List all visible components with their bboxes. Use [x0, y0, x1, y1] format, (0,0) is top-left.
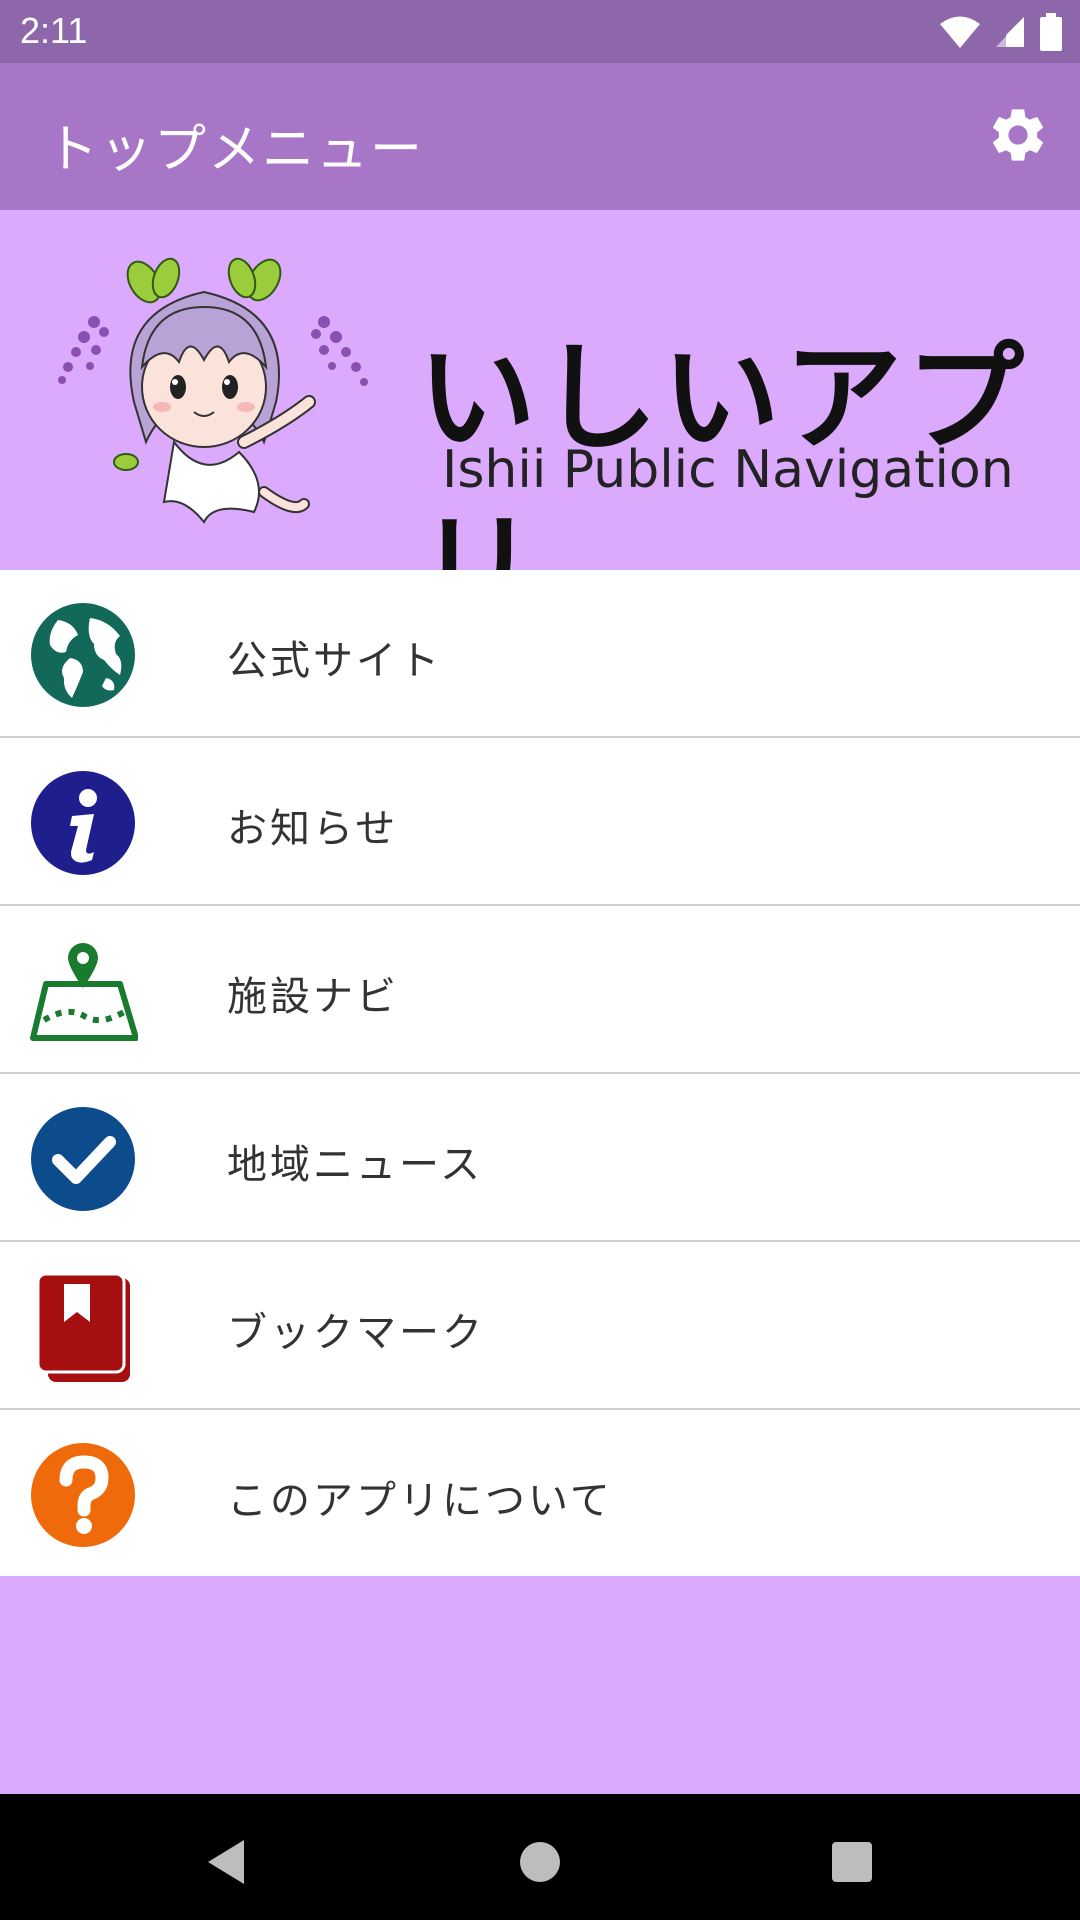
- menu-item-bookmark[interactable]: ブックマーク: [0, 1242, 1080, 1410]
- menu-item-label: 公式サイト: [227, 638, 442, 684]
- banner-subtitle: Ishii Public Navigation: [442, 440, 1014, 500]
- info-icon: [31, 771, 135, 875]
- question-icon: [31, 1443, 135, 1547]
- app-bar: トップメニュー: [0, 63, 1080, 210]
- page-title: トップメニュー: [46, 120, 425, 180]
- map-pin-icon: [30, 943, 138, 1041]
- menu-item-label: このアプリについて: [227, 1478, 613, 1524]
- back-icon[interactable]: [198, 1832, 258, 1892]
- wifi-icon: [940, 16, 980, 48]
- battery-icon: [1040, 13, 1062, 51]
- home-icon[interactable]: [510, 1832, 570, 1892]
- menu-item-notices[interactable]: お知らせ: [0, 738, 1080, 906]
- check-icon: [31, 1107, 135, 1211]
- menu-item-label: ブックマーク: [227, 1310, 485, 1356]
- cellular-signal-icon: [996, 17, 1024, 47]
- bookmark-book-icon: [36, 1272, 130, 1382]
- menu-item-facility-navi[interactable]: 施設ナビ: [0, 906, 1080, 1074]
- menu-list: 公式サイト お知らせ 施設ナビ 地域ニュース ブックマーク このアプリについて: [0, 570, 1080, 1576]
- gear-icon[interactable]: [986, 103, 1050, 167]
- menu-item-about[interactable]: このアプリについて: [0, 1410, 1080, 1576]
- banner: いしいアプリ Ishii Public Navigation: [0, 210, 1080, 638]
- recents-icon[interactable]: [822, 1832, 882, 1892]
- menu-item-local-news[interactable]: 地域ニュース: [0, 1074, 1080, 1242]
- status-icons: [940, 13, 1062, 51]
- system-nav-bar: [0, 1794, 1080, 1920]
- menu-item-label: 施設ナビ: [227, 974, 399, 1020]
- menu-item-official-site[interactable]: 公式サイト: [0, 570, 1080, 738]
- menu-item-label: お知らせ: [227, 806, 399, 852]
- mascot-image: [58, 257, 368, 524]
- status-time: 2:11: [20, 10, 88, 51]
- status-bar: 2:11: [0, 0, 1080, 63]
- globe-icon: [31, 603, 135, 707]
- menu-item-label: 地域ニュース: [227, 1142, 483, 1188]
